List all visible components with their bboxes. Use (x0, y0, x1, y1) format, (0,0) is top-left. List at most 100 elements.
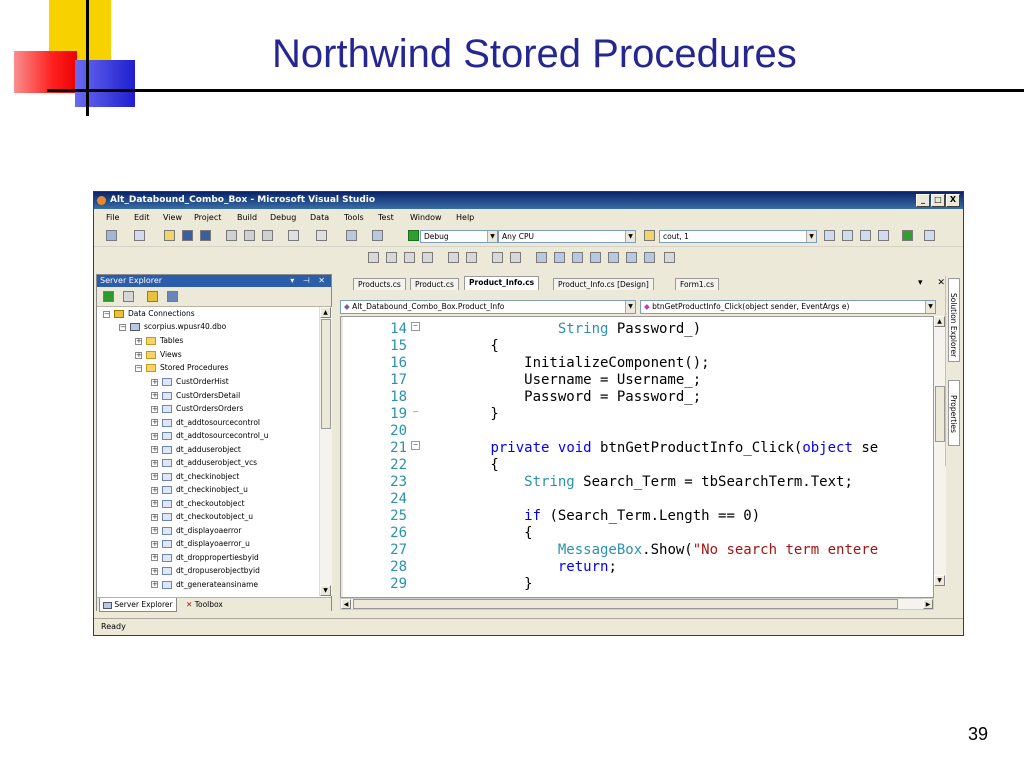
find-combo[interactable]: cout, 1 ▼ (659, 230, 817, 243)
scroll-thumb[interactable] (935, 386, 945, 442)
expand-icon[interactable]: + (151, 419, 158, 426)
stored-procedure-item[interactable]: + dt_droppropertiesbyid (151, 551, 259, 564)
decrease-indent-icon[interactable] (448, 252, 459, 263)
find-symbol-icon[interactable] (824, 230, 835, 241)
tab-properties[interactable]: Properties (948, 380, 960, 446)
object-browser-icon[interactable] (902, 230, 913, 241)
code-line[interactable]: 20 (341, 423, 931, 440)
next-bookmark-icon[interactable] (572, 252, 583, 263)
tab-server-explorer[interactable]: Server Explorer (99, 598, 177, 612)
menu-help[interactable]: Help (456, 210, 474, 225)
connect-to-database-icon[interactable] (147, 291, 158, 302)
scroll-down-icon[interactable]: ▼ (934, 575, 945, 586)
code-line[interactable]: 17 Username = Username_; (341, 372, 931, 389)
menu-view[interactable]: View (163, 210, 182, 225)
server-explorer-scrollbar[interactable]: ▲ ▼ (319, 307, 332, 596)
toolbar-options-icon[interactable] (664, 252, 675, 263)
code-line[interactable]: 14− String Password_) (341, 321, 931, 338)
tab-product-cs[interactable]: Product.cs (410, 278, 459, 290)
configuration-select[interactable]: Debug ▼ (420, 230, 498, 243)
clear-bookmarks-icon[interactable] (626, 252, 637, 263)
previous-bookmark-folder-icon[interactable] (590, 252, 601, 263)
comment-icon[interactable] (492, 252, 503, 263)
bookmark-icon[interactable] (536, 252, 547, 263)
scroll-thumb[interactable] (353, 599, 898, 609)
code-line[interactable]: 18 Password = Password_; (341, 389, 931, 406)
scroll-thumb[interactable] (321, 319, 331, 429)
stored-procedure-item[interactable]: + dt_checkinobject (151, 470, 239, 483)
stored-procedure-item[interactable]: + dt_checkoutobject_u (151, 510, 253, 523)
menu-file[interactable]: File (106, 210, 119, 225)
menu-debug[interactable]: Debug (270, 210, 296, 225)
class-dropdown[interactable]: ◆ Alt_Databound_Combo_Box.Product_Info ▼ (340, 300, 636, 314)
outline-end-icon[interactable]: – (411, 407, 420, 416)
properties-icon[interactable] (860, 230, 871, 241)
stop-refresh-icon[interactable] (123, 291, 134, 302)
paste-icon[interactable] (262, 230, 273, 241)
tab-products-cs[interactable]: Products.cs (353, 278, 406, 290)
menu-window[interactable]: Window (410, 210, 442, 225)
code-line[interactable]: 29 } (341, 576, 931, 593)
code-line[interactable]: 15 { (341, 338, 931, 355)
member-list-icon[interactable] (368, 252, 379, 263)
stored-procedure-item[interactable]: + dt_checkoutobject (151, 497, 245, 510)
menu-tools[interactable]: Tools (344, 210, 364, 225)
minimize-button[interactable]: _ (916, 194, 930, 207)
close-button[interactable]: X (946, 194, 960, 207)
stored-procedure-item[interactable]: + dt_checkinobject_u (151, 483, 248, 496)
expand-icon[interactable]: + (151, 446, 158, 453)
collapse-icon[interactable]: − (135, 364, 142, 372)
complete-word-icon[interactable] (422, 252, 433, 263)
quick-info-icon[interactable] (404, 252, 415, 263)
parameter-info-icon[interactable] (386, 252, 397, 263)
tab-toolbox[interactable]: ✕ Toolbox (183, 598, 226, 611)
stored-procedure-item[interactable]: + dt_addtosourcecontrol (151, 416, 260, 429)
expand-icon[interactable]: + (151, 581, 158, 588)
toolbox-icon[interactable] (878, 230, 889, 241)
tab-form1-cs[interactable]: Form1.cs (675, 278, 720, 290)
code-editor[interactable]: 14− String Password_) 15 {16 InitializeCo… (340, 316, 934, 598)
code-line[interactable]: 19– } (341, 406, 931, 423)
copy-icon[interactable] (244, 230, 255, 241)
stored-procedure-item[interactable]: + dt_adduserobject_vcs (151, 456, 257, 469)
window-titlebar[interactable]: Alt_Databound_Combo_Box - Microsoft Visu… (94, 192, 963, 209)
menu-data[interactable]: Data (310, 210, 329, 225)
code-line[interactable]: 21− private void btnGetProductInfo_Click… (341, 440, 931, 457)
stored-procedure-item[interactable]: + dt_adduserobject (151, 443, 241, 456)
previous-bookmark-icon[interactable] (554, 252, 565, 263)
start-page-icon[interactable] (924, 230, 935, 241)
stored-procedure-item[interactable]: + dt_generateansiname (151, 578, 258, 591)
code-area[interactable]: 14− String Password_) 15 {16 InitializeCo… (341, 321, 931, 593)
stored-procedure-item[interactable]: + dt_dropuserobjectbyid (151, 564, 260, 577)
expand-icon[interactable]: + (151, 486, 158, 494)
platform-select[interactable]: Any CPU ▼ (498, 230, 636, 243)
tab-solution-explorer[interactable]: Solution Explorer (948, 278, 960, 362)
code-line[interactable]: 23 String Search_Term = tbSearchTerm.Tex… (341, 474, 931, 491)
stored-procedure-item[interactable]: + dt_addtosourcecontrol_u (151, 429, 269, 442)
tab-product-info-design[interactable]: Product_Info.cs [Design] (553, 278, 654, 290)
tree-node-stored-procedures[interactable]: − Stored Procedures (135, 361, 229, 374)
next-bookmark-folder-icon[interactable] (608, 252, 619, 263)
add-project-icon[interactable] (106, 230, 117, 241)
tree-node-connection[interactable]: − scorpius.wpusr40.dbo (119, 320, 226, 333)
stored-procedure-item[interactable]: + CustOrdersOrders (151, 402, 243, 415)
menu-build[interactable]: Build (237, 210, 257, 225)
collapse-region-icon[interactable]: − (411, 441, 420, 450)
save-icon[interactable] (182, 230, 193, 241)
expand-icon[interactable]: + (151, 392, 158, 399)
find-in-files-icon[interactable] (644, 230, 655, 241)
code-line[interactable]: 22 { (341, 457, 931, 474)
save-all-icon[interactable] (200, 230, 211, 241)
scroll-up-icon[interactable]: ▲ (934, 316, 945, 327)
scroll-right-icon[interactable]: ▶ (923, 599, 933, 609)
collapse-icon[interactable]: − (103, 310, 110, 318)
cut-icon[interactable] (226, 230, 237, 241)
scroll-down-icon[interactable]: ▼ (320, 585, 331, 596)
scroll-left-icon[interactable]: ◀ (341, 599, 351, 609)
collapse-region-icon[interactable]: − (411, 322, 420, 331)
expand-icon[interactable]: + (135, 337, 142, 345)
tree-node-views[interactable]: + Views (135, 348, 182, 361)
open-folder-icon[interactable] (164, 230, 175, 241)
code-line[interactable]: 26 { (341, 525, 931, 542)
stored-procedure-item[interactable]: + dt_displayoaerror (151, 524, 241, 537)
